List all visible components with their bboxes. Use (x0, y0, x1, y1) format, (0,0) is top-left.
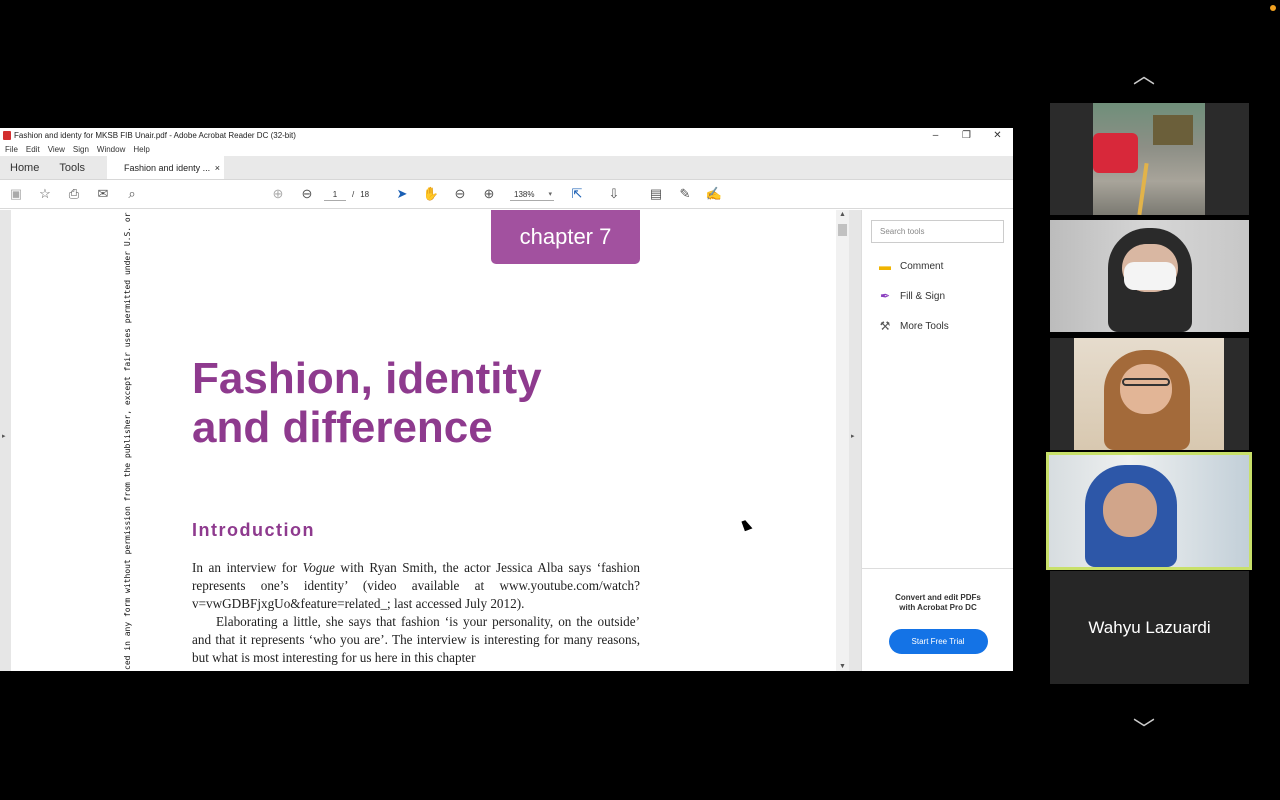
paragraph-1-italic: Vogue (302, 560, 335, 575)
tab-close-icon[interactable]: × (215, 163, 220, 173)
print-icon[interactable]: ⎙ (66, 186, 82, 202)
search-tools-input[interactable]: Search tools (871, 220, 1004, 243)
scrollbar-thumb[interactable] (838, 224, 847, 236)
video-tile-active-speaker[interactable] (1046, 452, 1252, 570)
promo-line1: Convert and edit PDFs (895, 593, 981, 602)
camera-feed-person-mask (1050, 220, 1249, 332)
window-title: Fashion and identy for MKSB FIB Unair.pd… (14, 131, 296, 140)
camera-feed-street (1093, 103, 1205, 215)
select-cursor-icon[interactable]: ➤ (394, 186, 410, 202)
body-text: In an interview for Vogue with Ryan Smit… (192, 559, 640, 667)
menu-bar: File Edit View Sign Window Help (0, 143, 1013, 156)
next-page-icon[interactable]: ⊖ (299, 186, 315, 202)
tool-fill-sign[interactable]: ✒ Fill & Sign (878, 289, 945, 303)
tab-document[interactable]: Fashion and identy ... × (107, 156, 225, 179)
prev-page-icon[interactable]: ⊕ (270, 186, 286, 202)
toolbar: ▣ ☆ ⎙ ✉ ⌕ ⊕ ⊖ 1 / 18 ➤ ✋ ⊖ ⊕ 138% ⇱ ⇩ ▤ … (0, 180, 1013, 209)
page-separator: / (352, 190, 355, 199)
menu-help[interactable]: Help (133, 145, 149, 154)
sign-icon[interactable]: ✍ (706, 186, 722, 202)
menu-file[interactable]: File (5, 145, 18, 154)
paragraph-1: In an interview for Vogue with Ryan Smit… (192, 559, 640, 613)
comment-icon: ▬ (879, 259, 891, 273)
fill-sign-icon: ✒ (879, 289, 891, 303)
copyright-side-text: ced in any form without permission from … (123, 212, 132, 670)
pdf-page: chapter 7 ced in any form without permis… (11, 210, 836, 671)
menu-sign[interactable]: Sign (73, 145, 89, 154)
scroll-mode-icon[interactable]: ⇩ (606, 186, 622, 202)
zoom-out-icon[interactable]: ⊖ (452, 186, 468, 202)
video-tile-2[interactable] (1050, 220, 1249, 332)
more-tools-icon: ⚒ (879, 319, 891, 333)
chapter-title-line1: Fashion, identity (192, 354, 542, 403)
chapter-title: Fashion, identity and difference (192, 354, 612, 452)
tool-comment-label: Comment (900, 260, 944, 272)
scroll-down-icon[interactable]: ▼ (839, 663, 846, 670)
tool-more-tools-label: More Tools (900, 320, 949, 332)
upgrade-promo: Convert and edit PDFs with Acrobat Pro D… (862, 568, 1013, 671)
menu-window[interactable]: Window (97, 145, 125, 154)
email-icon[interactable]: ✉ (95, 186, 111, 202)
scroll-up-icon[interactable]: ▲ (839, 211, 846, 218)
close-window-button[interactable]: ✕ (982, 130, 1013, 141)
section-heading: Introduction (192, 520, 315, 540)
menu-edit[interactable]: Edit (26, 145, 40, 154)
menu-view[interactable]: View (48, 145, 65, 154)
promo-text: Convert and edit PDFs with Acrobat Pro D… (862, 593, 1013, 613)
tool-more-tools[interactable]: ⚒ More Tools (878, 319, 949, 333)
zoom-in-icon[interactable]: ⊕ (481, 186, 497, 202)
tab-document-label: Fashion and identy ... (124, 162, 211, 173)
tab-tools[interactable]: Tools (49, 156, 95, 179)
participant-name-tile[interactable]: Wahyu Lazuardi (1050, 571, 1249, 684)
tab-home[interactable]: Home (0, 156, 49, 179)
paragraph-2: Elaborating a little, she says that fash… (192, 614, 640, 665)
tools-side-panel: Search tools ▬ Comment ✒ Fill & Sign ⚒ M… (861, 210, 1013, 671)
page-number-input[interactable]: 1 (324, 188, 346, 201)
title-bar: Fashion and identy for MKSB FIB Unair.pd… (0, 128, 1013, 143)
content-area: ▸ chapter 7 ced in any form without perm… (0, 210, 1013, 671)
tab-bar: Home Tools Fashion and identy ... × (0, 156, 1013, 180)
screen: ︿ ﹀ Fashion and identy for MKSB FIB Unai… (0, 0, 1280, 800)
tool-comment[interactable]: ▬ Comment (878, 259, 943, 273)
page-navigator: 1 / 18 (324, 188, 369, 201)
highlight-pen-icon[interactable]: ✎ (677, 186, 693, 202)
acrobat-window: Fashion and identy for MKSB FIB Unair.pd… (0, 128, 1013, 671)
notification-dot (1270, 5, 1276, 11)
fit-page-icon[interactable]: ⇱ (569, 186, 585, 202)
pdf-icon (3, 131, 11, 140)
zoom-select[interactable]: 138% (510, 188, 554, 201)
right-panel-toggle-icon[interactable]: ▸ (851, 432, 855, 440)
camera-feed-person-hijab (1049, 455, 1249, 567)
chapter-label: chapter 7 (491, 210, 640, 264)
video-tile-3[interactable] (1050, 338, 1249, 450)
hand-tool-icon[interactable]: ✋ (423, 186, 439, 202)
minimize-button[interactable]: – (920, 130, 951, 141)
left-panel-toggle-icon[interactable]: ▸ (2, 432, 6, 440)
maximize-button[interactable]: ❐ (951, 130, 982, 141)
paragraph-1-start: In an interview for (192, 560, 303, 575)
bookmark-star-icon[interactable]: ☆ (37, 186, 53, 202)
page-total: 18 (360, 190, 370, 199)
promo-line2: with Acrobat Pro DC (899, 603, 977, 612)
tool-fill-sign-label: Fill & Sign (900, 290, 946, 302)
chapter-title-line2: and difference (192, 403, 493, 452)
scroll-down-chevron-icon[interactable]: ﹀ (1133, 712, 1155, 744)
camera-feed-person-glasses (1074, 338, 1224, 450)
comment-toolbar-icon[interactable]: ▤ (648, 186, 664, 202)
start-free-trial-button[interactable]: Start Free Trial (888, 629, 988, 654)
save-icon[interactable]: ▣ (8, 186, 24, 202)
scroll-up-chevron-icon[interactable]: ︿ (1133, 58, 1155, 90)
search-icon[interactable]: ⌕ (124, 186, 140, 202)
vertical-scrollbar[interactable]: ▲ ▼ (836, 210, 849, 671)
video-tile-1[interactable] (1050, 103, 1249, 215)
